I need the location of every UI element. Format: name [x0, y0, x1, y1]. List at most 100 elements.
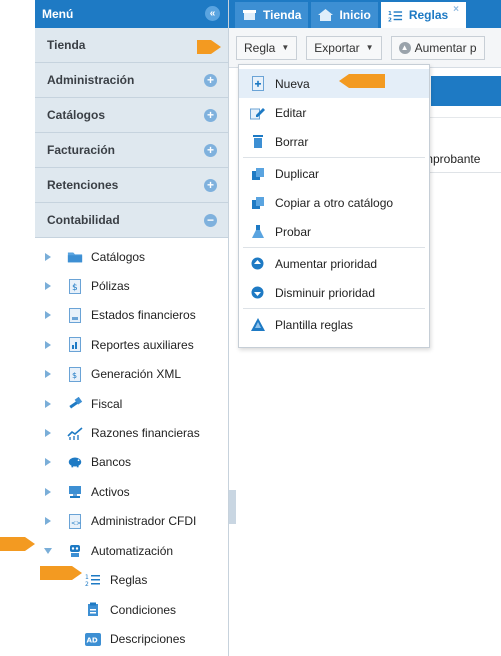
piggy-bank-icon [67, 454, 83, 470]
trend-chart-icon [67, 425, 83, 441]
regla-dropdown-menu: Nueva Editar Borrar Duplicar Copiar a ot… [238, 64, 430, 348]
tree-item-descripciones[interactable]: AD Descripciones [35, 624, 228, 654]
expand-arrow-icon[interactable] [45, 399, 51, 408]
menu-item-editar[interactable]: Editar [239, 98, 429, 127]
sidebar: Menú « Tienda Administración + Catálogos… [35, 0, 229, 656]
tab-tienda[interactable]: Tienda [235, 2, 309, 28]
menu-item-disminuir-prioridad[interactable]: Disminuir prioridad [239, 278, 429, 307]
menu-item-borrar[interactable]: Borrar [239, 127, 429, 156]
annotation-arrow [339, 74, 385, 88]
tab-reglas[interactable]: 12 Reglas × [380, 2, 467, 28]
section-label: Facturación [47, 143, 116, 157]
ordered-list-icon: 12 [388, 9, 403, 23]
tree-item-catalogos[interactable]: Catálogos [35, 242, 228, 271]
tree-item-fiscal[interactable]: Fiscal [35, 389, 228, 418]
expand-arrow-icon[interactable] [45, 429, 51, 438]
expand-plus-icon[interactable]: + [204, 179, 217, 192]
svg-text:$: $ [72, 371, 77, 380]
expand-arrow-icon[interactable] [45, 370, 51, 379]
expand-arrow-icon[interactable] [45, 311, 51, 320]
store-icon [242, 9, 257, 21]
menu-separator [243, 157, 425, 158]
aumentar-prioridad-button[interactable]: ▲ Aumentar p [390, 35, 485, 60]
new-doc-icon [250, 76, 265, 91]
tree-item-automatizacion[interactable]: Automatización [35, 536, 228, 565]
tab-bar: Tienda Inicio 12 Reglas × [229, 0, 501, 28]
collapse-minus-icon[interactable]: − [204, 214, 217, 227]
tree-item-activos[interactable]: Activos [35, 477, 228, 506]
tree-item-bancos[interactable]: Bancos [35, 448, 228, 477]
exportar-menu-button[interactable]: Exportar ▼ [306, 35, 382, 60]
tree-item-reportes-auxiliares[interactable]: Reportes auxiliares [35, 330, 228, 359]
tree-item-condiciones[interactable]: Condiciones [35, 595, 228, 625]
ad-badge-text: AD [87, 636, 98, 644]
copy-icon [250, 195, 265, 210]
section-facturacion[interactable]: Facturación + [35, 133, 228, 168]
tab-inicio[interactable]: Inicio [311, 2, 378, 28]
expand-arrow-icon[interactable] [45, 340, 51, 349]
chevron-down-icon: ▼ [281, 43, 290, 52]
expand-plus-icon[interactable]: + [204, 74, 217, 87]
regla-menu-button[interactable]: Regla ▼ [236, 35, 298, 60]
tree-item-administrador-cfdi[interactable]: <> Administrador CFDI [35, 507, 228, 536]
sidebar-resize-handle[interactable] [229, 490, 236, 524]
sidebar-title: Menú [42, 7, 74, 21]
arrow-up-circle-icon: ▲ [398, 41, 411, 54]
section-label: Contabilidad [47, 213, 120, 227]
menu-separator [243, 308, 425, 309]
expand-plus-icon[interactable]: + [204, 144, 217, 157]
menu-item-duplicar[interactable]: Duplicar [239, 159, 429, 188]
tree-item-estados-financieros[interactable]: Estados financieros [35, 301, 228, 330]
tree-item-polizas[interactable]: $ Pólizas [35, 271, 228, 300]
svg-text:1: 1 [85, 574, 89, 581]
annotation-arrow [40, 566, 82, 580]
svg-text:<>: <> [71, 520, 81, 527]
code-doc-icon: <> [67, 513, 83, 529]
xml-doc-icon: $ [67, 366, 83, 382]
hammer-icon [67, 396, 83, 412]
svg-text:1: 1 [388, 11, 392, 17]
section-retenciones[interactable]: Retenciones + [35, 168, 228, 203]
section-contabilidad[interactable]: Contabilidad − [35, 203, 228, 238]
computer-icon [67, 484, 83, 500]
app-root: Menú « Tienda Administración + Catálogos… [0, 0, 501, 656]
duplicate-icon [250, 166, 265, 181]
expand-arrow-icon[interactable] [45, 252, 51, 261]
close-tab-icon[interactable]: × [453, 4, 459, 15]
collapse-arrow-icon[interactable] [44, 547, 52, 554]
menu-item-copiar[interactable]: Copiar a otro catálogo [239, 188, 429, 217]
grid-column-header[interactable]: mprobante [423, 145, 501, 173]
menu-separator [243, 247, 425, 248]
menu-item-nueva[interactable]: Nueva [239, 69, 429, 98]
section-catalogos[interactable]: Catálogos + [35, 98, 228, 133]
ad-badge-icon: AD [85, 631, 101, 647]
flask-icon [250, 224, 265, 239]
svg-text:2: 2 [388, 18, 392, 23]
expand-plus-icon[interactable]: + [204, 109, 217, 122]
report-icon [67, 307, 83, 323]
expand-arrow-icon[interactable] [45, 487, 51, 496]
grid-divider [423, 117, 501, 118]
expand-arrow-icon[interactable] [45, 517, 51, 526]
tree-item-razones-financieras[interactable]: Razones financieras [35, 418, 228, 447]
contabilidad-tree: Catálogos $ Pólizas Estados financieros [35, 238, 228, 654]
template-icon [250, 317, 265, 332]
section-label: Catálogos [47, 108, 106, 122]
menu-item-plantilla-reglas[interactable]: Plantilla reglas [239, 310, 429, 339]
chevron-down-icon: ▼ [365, 43, 374, 52]
clipboard-icon [85, 602, 101, 618]
edit-icon [250, 105, 265, 120]
grid-header-bar [431, 76, 501, 106]
home-icon [318, 9, 334, 21]
collapse-sidebar-icon[interactable]: « [205, 6, 220, 21]
menu-item-probar[interactable]: Probar [239, 217, 429, 246]
arrow-down-circle-icon [250, 285, 265, 300]
toolbar: Regla ▼ Exportar ▼ ▲ Aumentar p [229, 28, 501, 68]
menu-item-aumentar-prioridad[interactable]: Aumentar prioridad [239, 249, 429, 278]
section-label: Administración [47, 73, 135, 87]
section-label: Retenciones [47, 178, 119, 192]
expand-arrow-icon[interactable] [45, 458, 51, 467]
section-administracion[interactable]: Administración + [35, 63, 228, 98]
tree-item-generacion-xml[interactable]: $ Generación XML [35, 360, 228, 389]
expand-arrow-icon[interactable] [45, 282, 51, 291]
